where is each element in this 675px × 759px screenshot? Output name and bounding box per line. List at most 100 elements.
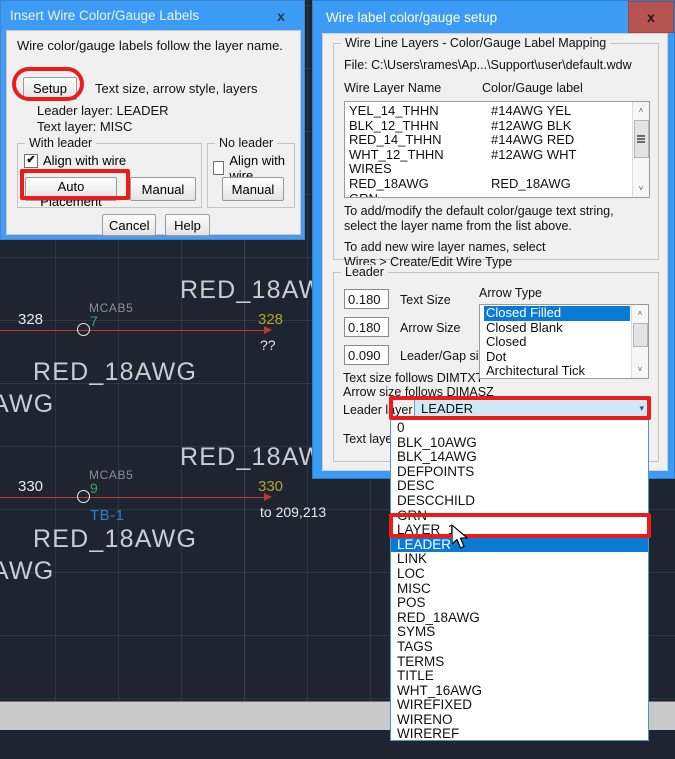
leader-layer-option[interactable]: LEADER: [391, 537, 648, 553]
mapping-group-title: Wire Line Layers - Color/Gauge Label Map…: [341, 36, 611, 50]
left-dialog-title: Insert Wire Color/Gauge Labels: [10, 8, 200, 23]
mapping-row-layer: WHT_12_THHN: [349, 146, 444, 162]
mapping-row[interactable]: GRN: [349, 191, 631, 197]
mapping-row[interactable]: RED_14_THHN #14AWG RED: [349, 133, 631, 148]
wire-line-1[interactable]: [0, 330, 268, 331]
leader-layer-option[interactable]: BLK_14AWG: [391, 450, 648, 465]
leader-layer-combo[interactable]: LEADER ▾: [414, 398, 649, 419]
column-header-wire-layer-name: Wire Layer Name: [344, 81, 442, 95]
with-leader-manual-button[interactable]: Manual: [130, 177, 196, 201]
arrow-type-scrollbar[interactable]: ˄ ˅: [631, 305, 648, 378]
insert-wire-color-gauge-labels-dialog[interactable]: Insert Wire Color/Gauge Labels x Wire co…: [0, 0, 305, 240]
wire-number-left-1: 328: [18, 311, 44, 328]
arrow-type-option[interactable]: Dot: [484, 349, 630, 365]
mapping-row[interactable]: WIRES: [349, 162, 631, 177]
leader-group-title: Leader: [341, 265, 388, 279]
close-icon[interactable]: x: [628, 1, 674, 33]
leader-layer-summary: Leader layer: LEADER: [37, 103, 169, 118]
leader-layer-option[interactable]: LINK: [391, 552, 648, 567]
wire-layer-mapping-listbox[interactable]: YEL_14_THHN #14AWG YEL BLK_12_THHN #12AWG B…: [344, 101, 650, 198]
mapping-listbox-scrollbar[interactable]: ˄ ˅: [632, 102, 649, 197]
leader-layer-option[interactable]: TAGS: [391, 639, 648, 655]
arrow-type-option[interactable]: Architectural Tick: [484, 364, 630, 378]
layer-label-below-1: RED_18AWG: [33, 358, 198, 386]
mapping-row-label: #14AWG YEL: [491, 103, 572, 118]
scroll-down-icon[interactable]: ˅: [631, 361, 648, 378]
leader-layer-option[interactable]: GRN: [391, 508, 648, 524]
arrow-type-option[interactable]: Closed: [484, 335, 630, 350]
text-layer-label: Text layer: [343, 432, 397, 446]
leader-layer-option[interactable]: WIREFIXED: [391, 698, 648, 713]
text-size-input[interactable]: [344, 289, 389, 309]
leader-layer-option[interactable]: WIRENO: [391, 712, 648, 728]
text-layer-summary: Text layer: MISC: [37, 119, 133, 134]
align-with-wire-checkbox-checked[interactable]: ✔: [24, 153, 38, 168]
leader-layer-option[interactable]: LOC: [391, 566, 648, 582]
leader-layer-option[interactable]: LAYER_1: [391, 523, 648, 538]
no-leader-group: No leader Align with wire Manual: [207, 136, 295, 208]
left-dialog-titlebar[interactable]: Insert Wire Color/Gauge Labels x: [1, 1, 304, 30]
leader-layer-option[interactable]: POS: [391, 596, 648, 611]
leader-gap-size-input[interactable]: [344, 345, 389, 365]
leader-layer-option[interactable]: BLK_10AWG: [391, 435, 648, 451]
no-leader-group-title: No leader: [215, 136, 278, 150]
leader-layer-option[interactable]: WHT_16AWG: [391, 683, 648, 699]
help-button[interactable]: Help: [165, 214, 210, 236]
mapping-row-label: #12AWG BLK: [491, 117, 572, 133]
mapping-row-layer: RED_18AWG: [349, 175, 429, 191]
mapping-row[interactable]: WHT_12_THHN #12AWG WHT: [349, 146, 631, 163]
arrow-type-option[interactable]: Closed Filled: [484, 305, 630, 321]
scroll-up-icon[interactable]: ˄: [632, 102, 649, 119]
with-leader-group-title: With leader: [25, 136, 97, 150]
leader-layer-option[interactable]: TERMS: [391, 654, 648, 670]
with-leader-group: With leader ✔ Align with wire Auto Place…: [17, 136, 202, 209]
cancel-button[interactable]: Cancel: [102, 214, 156, 236]
arrow-size-label: Arrow Size: [400, 321, 461, 335]
leader-layer-option[interactable]: MISC: [391, 581, 648, 597]
right-dialog-titlebar[interactable]: Wire label color/gauge setup x: [313, 1, 674, 33]
arrow-size-input[interactable]: [344, 317, 389, 337]
dimtxt-note: Text size follows DIMTXT: [343, 371, 484, 385]
chevron-down-icon[interactable]: ▾: [639, 399, 644, 418]
no-leader-manual-button[interactable]: Manual: [222, 177, 284, 201]
close-icon[interactable]: x: [258, 1, 304, 30]
arrow-type-listbox[interactable]: Closed Filled Closed Blank Closed Dot Archit…: [479, 304, 649, 379]
mapping-row[interactable]: YEL_14_THHN #14AWG YEL: [349, 103, 631, 119]
auto-placement-button[interactable]: Auto Placement: [25, 177, 117, 209]
mapping-row[interactable]: RED_18AWG RED_18AWG: [349, 175, 631, 192]
with-leader-align-row[interactable]: ✔ Align with wire: [24, 153, 126, 168]
mapping-row-layer: YEL_14_THHN: [349, 103, 439, 118]
leader-layer-dropdown-list[interactable]: 0 BLK_10AWG BLK_14AWG DEFPOINTS DESC DESCCHIL…: [390, 418, 649, 741]
column-header-color-gauge-label: Color/Gauge label: [482, 81, 583, 95]
leader-layer-option[interactable]: DESC: [391, 479, 648, 494]
scroll-up-icon[interactable]: ˄: [631, 305, 648, 322]
mapping-row-layer: WIRES: [349, 161, 392, 177]
scrollbar-thumb[interactable]: [633, 120, 649, 158]
pin-number-1: 7: [90, 313, 98, 329]
wire-label-color-gauge-setup-dialog[interactable]: Wire label color/gauge setup x Wire Line…: [312, 0, 675, 479]
wire-number-right-1: 328: [258, 311, 284, 328]
leader-layer-option[interactable]: TITLE: [391, 668, 648, 684]
leader-layer-option[interactable]: SYMS: [391, 625, 648, 640]
mapping-row-layer: BLK_12_THHN: [349, 117, 439, 133]
wire-line-layers-mapping-group: Wire Line Layers - Color/Gauge Label Map…: [333, 36, 659, 269]
left-dialog-body: Wire color/gauge labels follow the layer…: [6, 30, 301, 236]
leader-layer-option[interactable]: WIREREF: [391, 727, 648, 740]
align-with-wire-checkbox-unchecked[interactable]: [213, 161, 225, 175]
dimasz-note: Arrow size follows DIMASZ: [343, 385, 494, 399]
leader-layer-option[interactable]: 0: [391, 420, 648, 436]
leader-layer-option[interactable]: RED_18AWG: [391, 610, 648, 626]
scroll-down-icon[interactable]: ˅: [632, 180, 649, 197]
scrollbar-thumb[interactable]: [632, 323, 648, 347]
leader-layer-option[interactable]: DESCCHILD: [391, 493, 648, 509]
wire-line-2[interactable]: [0, 497, 268, 498]
leader-layer-label: Leader layer: [343, 403, 413, 417]
layer-label-far-1: AWG: [0, 390, 55, 418]
mapping-note1-line1: To add/modify the default color/gauge te…: [344, 204, 614, 218]
leader-layer-option[interactable]: DEFPOINTS: [391, 464, 648, 480]
arrow-type-option[interactable]: Closed Blank: [484, 320, 630, 336]
layer-label-below-2: RED_18AWG: [33, 525, 198, 553]
setup-button[interactable]: Setup: [23, 77, 77, 100]
wire-number-left-2: 330: [18, 478, 44, 495]
mapping-row[interactable]: BLK_12_THHN #12AWG BLK: [349, 117, 631, 134]
